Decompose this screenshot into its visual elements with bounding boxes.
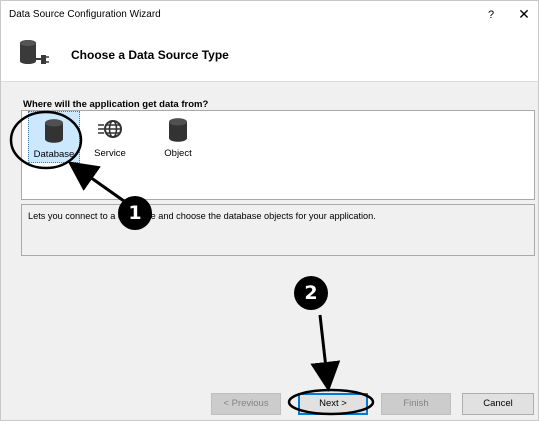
source-type-label: Database — [33, 149, 75, 160]
description-text: Lets you connect to a database and choos… — [28, 211, 376, 221]
service-globe-icon — [98, 120, 122, 138]
data-source-connector-icon — [20, 40, 49, 64]
close-button[interactable]: ✕ — [515, 5, 533, 23]
description-box: Lets you connect to a database and choos… — [21, 204, 535, 256]
page-title: Choose a Data Source Type — [71, 48, 229, 62]
step-badge-2: 2 — [294, 276, 328, 310]
help-button[interactable]: ? — [482, 6, 500, 24]
cancel-button[interactable]: Cancel — [462, 393, 534, 415]
source-type-label: Object — [164, 148, 192, 159]
source-type-service[interactable]: Service — [86, 111, 134, 163]
previous-button[interactable]: < Previous — [211, 393, 281, 415]
title-bar: Data Source Configuration Wizard ? ✕ — [1, 1, 538, 31]
source-type-object[interactable]: Object — [156, 111, 200, 163]
object-cylinder-icon — [169, 118, 187, 142]
database-icon — [45, 119, 63, 143]
source-type-label: Service — [94, 148, 126, 159]
wizard-window: Data Source Configuration Wizard ? ✕ Cho… — [0, 0, 539, 421]
next-button[interactable]: Next > — [298, 393, 368, 415]
window-title: Data Source Configuration Wizard — [9, 9, 161, 20]
finish-button[interactable]: Finish — [381, 393, 451, 415]
source-type-list: Database Service Object — [21, 110, 535, 200]
step-badge-1: 1 — [118, 196, 152, 230]
source-type-database[interactable]: Database — [28, 111, 80, 163]
wizard-header: Choose a Data Source Type — [1, 31, 538, 81]
header-divider — [1, 81, 538, 82]
question-label: Where will the application get data from… — [23, 99, 209, 110]
